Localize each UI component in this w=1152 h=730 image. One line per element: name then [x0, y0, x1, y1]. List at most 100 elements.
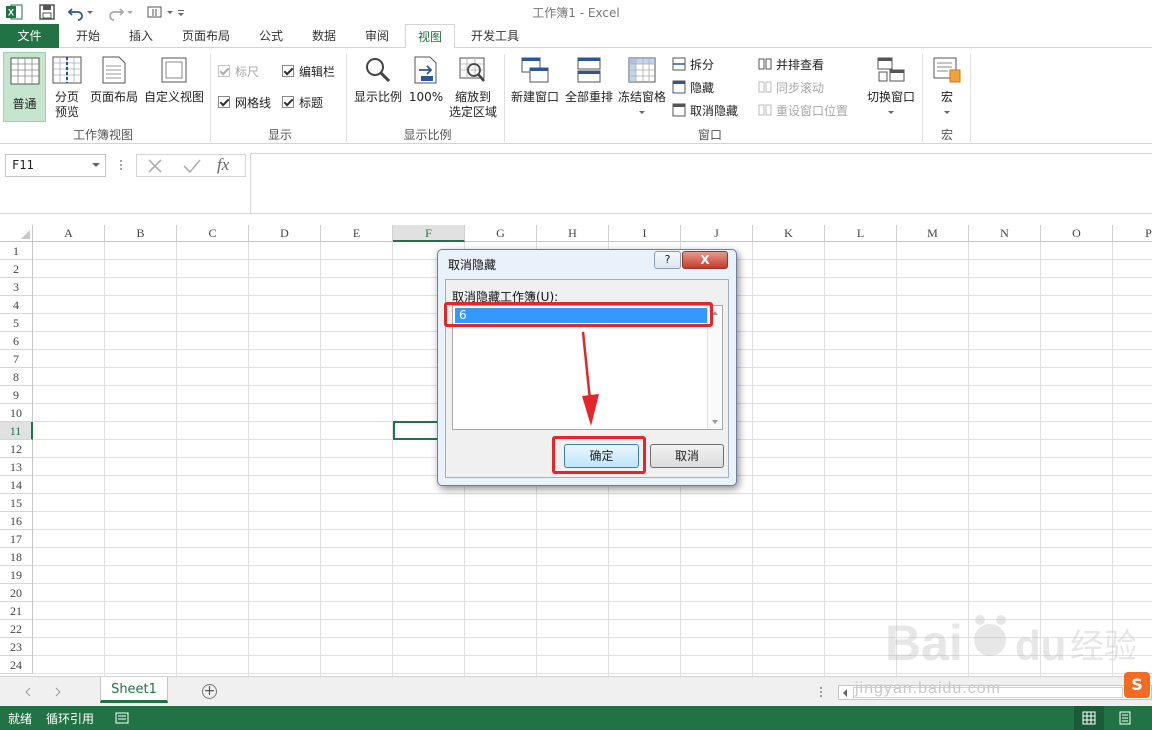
ruler-checkbox[interactable]: 标尺	[218, 62, 259, 80]
row-header-3[interactable]: 3	[0, 278, 33, 296]
row-header-6[interactable]: 6	[0, 332, 33, 350]
macro-record-icon[interactable]	[115, 711, 129, 725]
zoom-to-selection-button[interactable]: 缩放到 选定区域	[446, 56, 500, 120]
magnifier-icon	[366, 58, 391, 83]
tab-formulas[interactable]: 公式	[247, 24, 295, 48]
row-header-12[interactable]: 12	[0, 440, 33, 458]
hide-button[interactable]: 隐藏	[672, 78, 714, 96]
page-layout-status-icon[interactable]	[1118, 711, 1132, 725]
zoom-100-button[interactable]: 100%	[408, 56, 444, 105]
column-header-b[interactable]: B	[105, 225, 177, 242]
sheet-tab-sheet1[interactable]: Sheet1	[100, 677, 168, 703]
column-header-o[interactable]: O	[1041, 225, 1113, 242]
prev-sheet-icon[interactable]	[24, 687, 32, 697]
switch-windows-button[interactable]: 切换窗口	[862, 56, 920, 120]
new-window-button[interactable]: 新建窗口	[509, 56, 561, 105]
row-header-14[interactable]: 14	[0, 476, 33, 494]
enter-icon[interactable]	[182, 158, 202, 174]
tab-split-grip-icon[interactable]	[818, 685, 824, 699]
row-header-16[interactable]: 16	[0, 512, 33, 530]
tab-view[interactable]: 视图	[405, 24, 455, 49]
gridlines-checkbox[interactable]: 网格线	[218, 93, 271, 111]
column-header-f[interactable]: F	[393, 225, 465, 242]
sync-scroll-button[interactable]: 同步滚动	[758, 78, 824, 96]
tab-review[interactable]: 审阅	[353, 24, 401, 48]
select-all-corner[interactable]	[0, 225, 33, 242]
row-header-21[interactable]: 21	[0, 602, 33, 620]
tab-insert[interactable]: 插入	[117, 24, 165, 48]
next-sheet-icon[interactable]	[54, 687, 62, 697]
page-break-label-2: 预览	[54, 105, 79, 119]
row-header-13[interactable]: 13	[0, 458, 33, 476]
zoom-button[interactable]: 显示比例	[352, 56, 404, 105]
freeze-panes-button[interactable]: 冻结窗格	[616, 56, 668, 120]
split-button[interactable]: 拆分	[672, 55, 714, 73]
cancel-icon[interactable]	[146, 158, 164, 174]
scroll-left-icon[interactable]	[841, 688, 849, 698]
column-header-n[interactable]: N	[969, 225, 1041, 242]
row-header-7[interactable]: 7	[0, 350, 33, 368]
name-box[interactable]: F11	[5, 154, 106, 177]
normal-view-button[interactable]: 普通	[3, 52, 46, 122]
name-box-dropdown-icon[interactable]	[92, 163, 100, 167]
row-header-19[interactable]: 19	[0, 566, 33, 584]
sogou-ime-icon[interactable]: S	[1124, 672, 1150, 698]
row-header-5[interactable]: 5	[0, 314, 33, 332]
column-header-h[interactable]: H	[537, 225, 609, 242]
scroll-down-icon[interactable]	[712, 420, 718, 424]
formula-bar-checkbox[interactable]: 编辑栏	[282, 62, 335, 80]
row-header-9[interactable]: 9	[0, 386, 33, 404]
macros-button[interactable]: 宏	[928, 56, 966, 120]
column-header-p[interactable]: P	[1113, 225, 1152, 242]
column-header-k[interactable]: K	[753, 225, 825, 242]
column-header-e[interactable]: E	[321, 225, 393, 242]
column-header-a[interactable]: A	[33, 225, 105, 242]
tab-page-layout[interactable]: 页面布局	[170, 24, 242, 48]
row-header-4[interactable]: 4	[0, 296, 33, 314]
row-header-11[interactable]: 11	[0, 422, 33, 440]
column-header-d[interactable]: D	[249, 225, 321, 242]
tab-home[interactable]: 开始	[64, 24, 112, 48]
add-sheet-icon[interactable]: +	[202, 684, 217, 699]
column-header-m[interactable]: M	[897, 225, 969, 242]
row-header-18[interactable]: 18	[0, 548, 33, 566]
tab-data[interactable]: 数据	[300, 24, 348, 48]
view-side-by-side-button[interactable]: 并排查看	[758, 55, 824, 73]
grid-column-line	[176, 242, 177, 676]
row-header-1[interactable]: 1	[0, 242, 33, 260]
arrange-all-button[interactable]: 全部重排	[563, 56, 615, 105]
custom-views-button[interactable]: 自定义视图	[142, 56, 206, 105]
column-header-l[interactable]: L	[825, 225, 897, 242]
row-header-17[interactable]: 17	[0, 530, 33, 548]
headings-checkbox[interactable]: 标题	[282, 93, 323, 111]
row-header-20[interactable]: 20	[0, 584, 33, 602]
formula-bar-grip-icon[interactable]	[118, 158, 124, 172]
svg-text:经验: 经验	[1070, 627, 1135, 667]
unhide-button[interactable]: 取消隐藏	[672, 101, 738, 119]
tab-file[interactable]: 文件	[0, 24, 59, 48]
formula-input[interactable]	[250, 153, 1152, 214]
row-header-10[interactable]: 10	[0, 404, 33, 422]
column-header-j[interactable]: J	[681, 225, 753, 242]
normal-view-status-button[interactable]	[1074, 706, 1104, 730]
row-header-8[interactable]: 8	[0, 368, 33, 386]
row-header-2[interactable]: 2	[0, 260, 33, 278]
unhide-icon	[672, 103, 686, 117]
column-header-c[interactable]: C	[177, 225, 249, 242]
row-header-24[interactable]: 24	[0, 656, 33, 674]
close-icon[interactable]: X	[682, 251, 728, 269]
dialog-title: 取消隐藏	[448, 258, 497, 272]
page-layout-view-button[interactable]: 页面布局	[88, 56, 140, 105]
tab-developer[interactable]: 开发工具	[462, 24, 528, 48]
reset-window-position-button[interactable]: 重设窗口位置	[758, 101, 848, 119]
column-header-i[interactable]: I	[609, 225, 681, 242]
row-header-15[interactable]: 15	[0, 494, 33, 512]
column-header-g[interactable]: G	[465, 225, 537, 242]
insert-function-icon[interactable]: fx	[217, 155, 229, 175]
macros-label: 宏	[940, 90, 953, 104]
cancel-button[interactable]: 取消	[650, 444, 724, 468]
help-icon[interactable]: ?	[654, 251, 681, 269]
row-header-22[interactable]: 22	[0, 620, 33, 638]
row-header-23[interactable]: 23	[0, 638, 33, 656]
page-break-preview-button[interactable]: 分页 预览	[48, 56, 86, 120]
